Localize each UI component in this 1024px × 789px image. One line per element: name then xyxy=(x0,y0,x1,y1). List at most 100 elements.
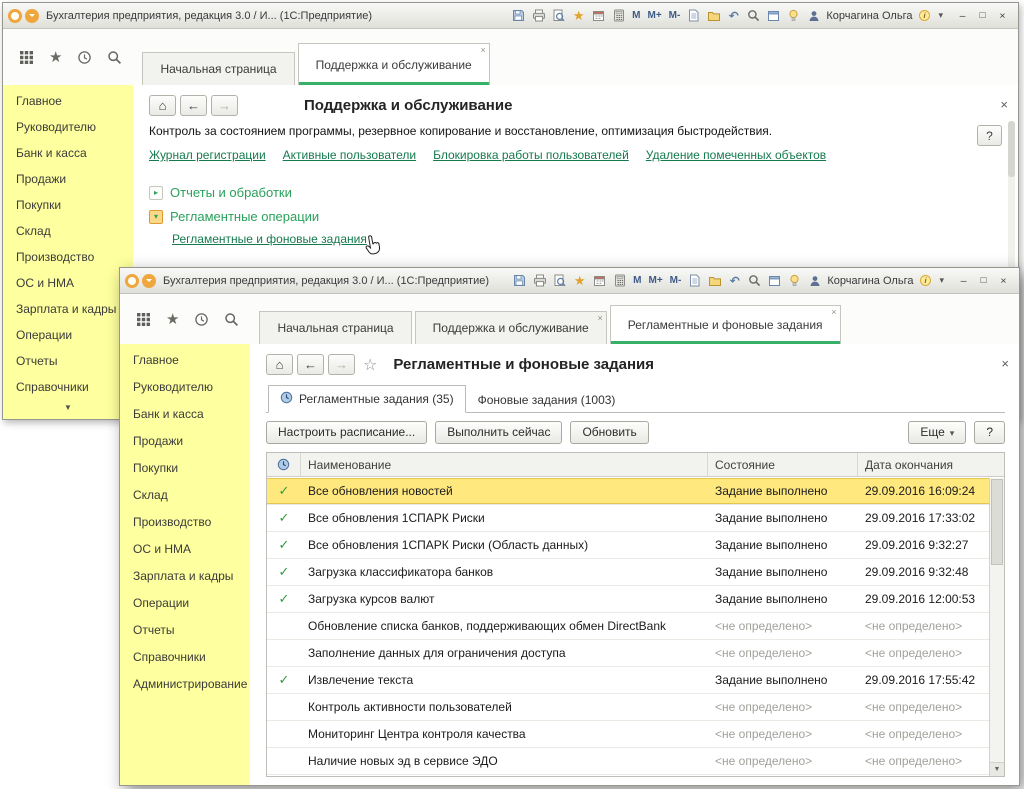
user-name[interactable]: Корчагина Ольга xyxy=(827,275,913,287)
memory-mminus-button[interactable]: M- xyxy=(667,10,683,21)
lamp-icon[interactable] xyxy=(786,273,803,289)
minimize-button[interactable]: – xyxy=(954,273,973,288)
history-icon[interactable] xyxy=(77,50,92,65)
help-button[interactable]: ? xyxy=(977,125,1002,146)
print-preview-icon[interactable] xyxy=(551,273,568,289)
tab-scheduled-jobs[interactable]: Регламентные задания (35) xyxy=(268,385,466,413)
column-date[interactable]: Дата окончания xyxy=(858,453,1004,476)
save-icon[interactable] xyxy=(510,8,527,24)
link-user-lock[interactable]: Блокировка работы пользователей xyxy=(433,148,629,162)
sidebar-item[interactable]: Продажи xyxy=(120,428,250,455)
chevron-down-icon[interactable]: ▾ xyxy=(936,10,945,21)
sidebar-item[interactable]: Справочники xyxy=(120,644,250,671)
table-row[interactable]: Контроль активности пользователей <не оп… xyxy=(267,694,989,721)
sidebar-item[interactable]: ОС и НМА xyxy=(120,536,250,563)
info-icon[interactable]: i xyxy=(916,8,933,24)
configure-schedule-button[interactable]: Настроить расписание... xyxy=(266,421,427,444)
close-window-button[interactable]: × xyxy=(993,8,1012,23)
expand-arrow-icon[interactable]: ▸ xyxy=(149,186,163,200)
sidebar-item[interactable]: Банк и касса xyxy=(3,140,133,166)
undo-icon[interactable]: ↶ xyxy=(726,273,743,289)
favorites-star-icon[interactable]: ★ xyxy=(49,50,62,65)
search-icon[interactable] xyxy=(224,312,239,327)
close-window-button[interactable]: × xyxy=(994,273,1013,288)
favorites-icon[interactable]: ★ xyxy=(570,8,587,24)
link-delete-marked[interactable]: Удаление помеченных объектов xyxy=(646,148,826,162)
sidebar-item[interactable]: Операции xyxy=(3,322,133,348)
scrollbar-thumb[interactable] xyxy=(991,479,1003,565)
favorite-toggle-icon[interactable]: ☆ xyxy=(363,355,377,375)
history-icon[interactable] xyxy=(194,312,209,327)
calculator-icon[interactable] xyxy=(611,273,628,289)
section-scheduled-operations[interactable]: ▾ Регламентные операции xyxy=(149,209,1004,224)
app-menu-arrow-icon[interactable] xyxy=(25,9,39,23)
print-icon[interactable] xyxy=(531,273,548,289)
memory-mplus-button[interactable]: M+ xyxy=(645,10,663,21)
calendar-icon[interactable] xyxy=(591,273,608,289)
open-folder-icon[interactable] xyxy=(706,273,723,289)
minimize-button[interactable]: – xyxy=(953,8,972,23)
sidebar-item[interactable]: Зарплата и кадры xyxy=(3,296,133,322)
sidebar-item[interactable]: ОС и НМА xyxy=(3,270,133,296)
windows-icon[interactable] xyxy=(765,8,782,24)
sections-menu-icon[interactable] xyxy=(136,312,151,327)
section-label[interactable]: Отчеты и обработки xyxy=(170,185,292,200)
table-row[interactable]: Наличие новых эд в сервисе ЭДО <не опред… xyxy=(267,748,989,775)
undo-icon[interactable]: ↶ xyxy=(725,8,742,24)
app-menu-arrow-icon[interactable] xyxy=(142,274,156,288)
app-menu-icon[interactable] xyxy=(8,9,22,23)
tab-support-maintenance[interactable]: Поддержка и обслуживание × xyxy=(298,43,490,85)
sidebar-item[interactable]: Продажи xyxy=(3,166,133,192)
open-folder-icon[interactable] xyxy=(705,8,722,24)
forward-button[interactable]: → xyxy=(211,95,238,116)
sidebar-item[interactable]: Отчеты xyxy=(3,348,133,374)
sidebar-item[interactable]: Склад xyxy=(3,218,133,244)
section-reports-tools[interactable]: ▸ Отчеты и обработки xyxy=(149,185,1004,200)
calculator-icon[interactable] xyxy=(610,8,627,24)
home-button[interactable]: ⌂ xyxy=(149,95,176,116)
back-button[interactable]: ← xyxy=(297,354,324,375)
new-document-icon[interactable] xyxy=(685,8,702,24)
sidebar-item[interactable]: Главное xyxy=(3,88,133,114)
link-active-users[interactable]: Активные пользователи xyxy=(283,148,416,162)
app-menu-icon[interactable] xyxy=(125,274,139,288)
memory-m-button[interactable]: M xyxy=(631,275,643,286)
collapse-arrow-icon[interactable]: ▾ xyxy=(149,210,163,224)
print-icon[interactable] xyxy=(530,8,547,24)
info-icon[interactable]: i xyxy=(917,273,934,289)
favorites-icon[interactable]: ★ xyxy=(571,273,588,289)
tab-support-maintenance[interactable]: Поддержка и обслуживание × xyxy=(415,311,607,344)
windows-icon[interactable] xyxy=(766,273,783,289)
maximize-button[interactable]: □ xyxy=(973,8,992,23)
sidebar-item[interactable]: Банк и касса xyxy=(120,401,250,428)
back-button[interactable]: ← xyxy=(180,95,207,116)
new-document-icon[interactable] xyxy=(686,273,703,289)
chevron-down-icon[interactable]: ▾ xyxy=(937,275,946,286)
maximize-button[interactable]: □ xyxy=(974,273,993,288)
table-row[interactable]: Мониторинг Центра контроля качества <не … xyxy=(267,721,989,748)
page-close-icon[interactable]: × xyxy=(1001,357,1009,370)
user-name[interactable]: Корчагина Ольга xyxy=(826,10,912,22)
refresh-button[interactable]: Обновить xyxy=(570,421,648,444)
tab-close-icon[interactable]: × xyxy=(597,313,602,323)
search-icon[interactable] xyxy=(745,8,762,24)
tab-home[interactable]: Начальная страница xyxy=(142,52,294,85)
scroll-down-icon[interactable]: ▼ xyxy=(990,762,1004,776)
search-icon[interactable] xyxy=(107,50,122,65)
sidebar-item[interactable]: Покупки xyxy=(120,455,250,482)
table-row[interactable]: Заполнение данных для ограничения доступ… xyxy=(267,640,989,667)
sidebar-item[interactable]: Руководителю xyxy=(120,374,250,401)
sidebar-item[interactable]: Главное xyxy=(120,347,250,374)
home-button[interactable]: ⌂ xyxy=(266,354,293,375)
tab-close-icon[interactable]: × xyxy=(831,307,836,317)
table-row[interactable]: ✓ Все обновления 1СПАРК Риски (Область д… xyxy=(267,532,989,559)
table-row[interactable]: ✓ Извлечение текста Задание выполнено 29… xyxy=(267,667,989,694)
sidebar-item[interactable]: Администрирование xyxy=(120,671,250,698)
table-row[interactable]: ✓ Загрузка классификатора банков Задание… xyxy=(267,559,989,586)
sidebar-more-icon[interactable]: ▼ xyxy=(3,403,133,412)
page-close-icon[interactable]: × xyxy=(1000,98,1008,111)
tab-home[interactable]: Начальная страница xyxy=(259,311,411,344)
sidebar-item[interactable]: Зарплата и кадры xyxy=(120,563,250,590)
search-icon[interactable] xyxy=(746,273,763,289)
link-event-log[interactable]: Журнал регистрации xyxy=(149,148,266,162)
